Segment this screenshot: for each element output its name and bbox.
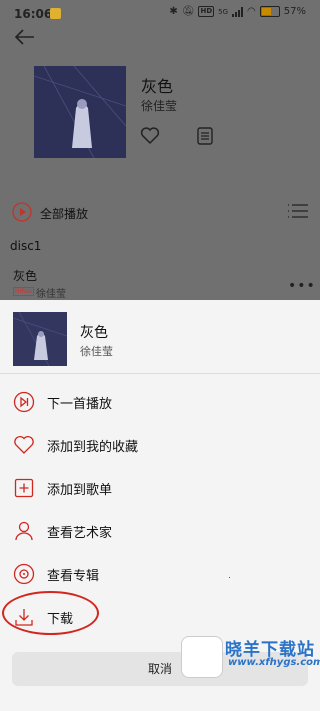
menu-item-view-artist[interactable]: 查看艺术家 [0,511,320,551]
more-options-icon[interactable]: ••• [288,278,316,294]
network-label: 5G [218,7,229,16]
quality-badge: HiRes [13,287,34,296]
menu-item-label: 添加到我的收藏 [47,440,139,455]
multi-select-icon[interactable] [288,204,308,218]
person-icon [15,521,33,541]
heart-icon[interactable] [140,127,160,145]
menu-item-label: 添加到歌单 [47,483,113,498]
album-disc-icon [13,563,35,585]
battery-icon [259,6,280,17]
disc-label: disc1 [10,239,42,253]
comment-list-icon[interactable] [197,127,213,145]
sheet-song-title: 灰色 [80,325,108,341]
menu-item-add-to-playlist[interactable]: 添加到歌单 [0,468,320,508]
play-next-icon [13,391,35,413]
sheet-album-cover [13,312,67,366]
sheet-header: 灰色 徐佳莹 [0,300,320,370]
hd-badge: HD [198,6,215,17]
status-right: ✱ 🔕︎ HD 5G ◠ 57% [169,6,306,17]
menu-item-play-next[interactable]: 下一首播放 [0,382,320,422]
wifi-icon: ◠ [247,6,256,17]
action-sheet: 灰色 徐佳莹 下一首播放 添加到我的收藏 添加到歌单 查看艺术家 查看专辑 下载… [0,300,320,711]
sheet-song-artist: 徐佳莹 [80,345,113,358]
watermark-url: www.xfhygs.com [228,657,320,668]
highlight-annotation [2,591,99,635]
play-circle-icon[interactable] [12,202,32,222]
signal-icon [232,6,244,17]
watermark-logo [181,636,223,678]
menu-item-view-album[interactable]: 查看专辑 [0,554,320,594]
menu-item-add-favorite[interactable]: 添加到我的收藏 [0,425,320,465]
menu-item-label: 查看艺术家 [47,526,113,541]
album-artist[interactable]: 徐佳莹 [141,97,177,114]
status-time: 16:06 [14,7,53,21]
track-artist: 徐佳莹 [36,289,66,300]
add-to-playlist-icon [14,478,34,498]
album-cover [34,66,126,158]
status-bar: 16:06 ✱ 🔕︎ HD 5G ◠ 57% [0,0,320,28]
sheet-divider [0,373,320,374]
notification-app-icon [50,8,61,19]
mute-icon: 🔕︎ [181,6,195,17]
album-title: 灰色 [141,77,174,96]
play-all-button[interactable]: 全部播放 [40,205,88,222]
menu-item-label: 下一首播放 [47,397,113,412]
arrow-left-icon[interactable] [12,26,38,48]
track-title[interactable]: 灰色 [13,267,37,284]
bluetooth-icon: ✱ [169,6,178,17]
battery-percent: 57% [283,6,306,17]
heart-icon [14,436,34,454]
stray-dot [229,577,230,578]
menu-item-label: 查看专辑 [47,569,100,584]
